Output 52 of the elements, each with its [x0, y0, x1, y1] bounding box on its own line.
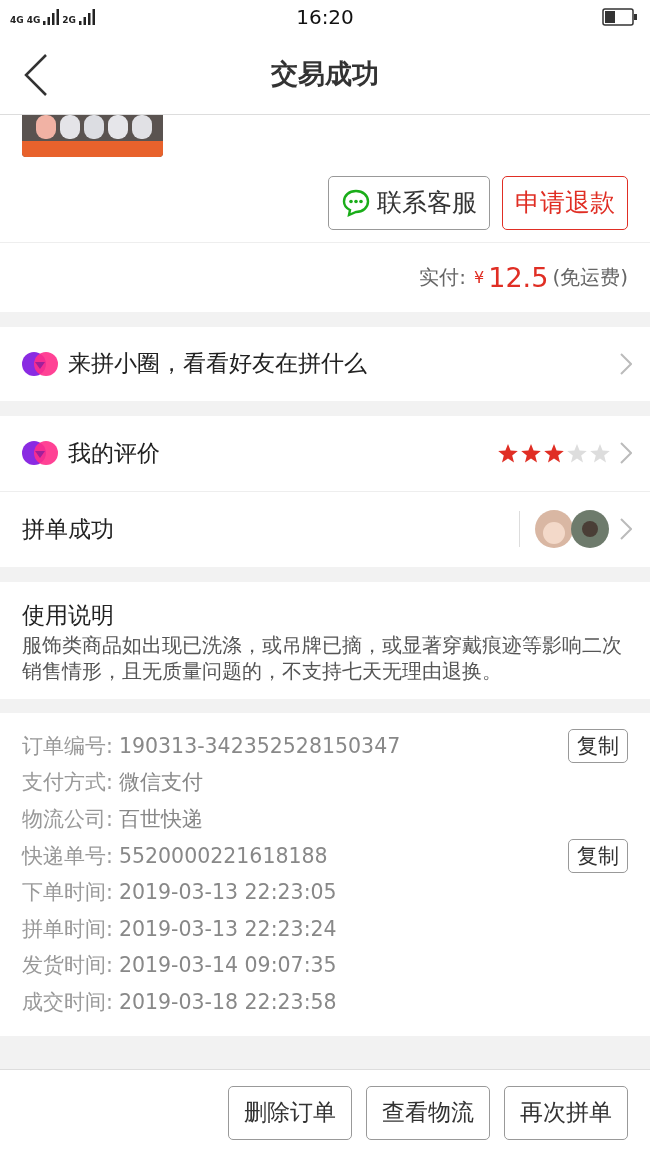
currency-sign: ¥ [474, 267, 485, 287]
battery-icon [602, 7, 638, 26]
review-row[interactable]: 我的评价 [0, 415, 650, 492]
signal-icon [78, 8, 95, 25]
detail-value: 百世快递 [118, 805, 204, 833]
order-action-button[interactable]: 删除订单 [228, 1085, 352, 1140]
contact-service-button[interactable]: 联系客服 [328, 175, 490, 230]
detail-value: 微信支付 [118, 769, 204, 797]
circles-logo-icon [22, 440, 58, 467]
chevron-right-icon [620, 518, 632, 541]
notice-text: 服饰类商品如出现已洗涤，或吊牌已摘，或显著穿戴痕迹等影响二次销售情形，且无质量问题的，不支持七天无理由退换。 [22, 632, 623, 685]
order-action-button[interactable]: 查看物流 [366, 1085, 490, 1140]
detail-value: 2019-03-13 22:23:24 [118, 916, 338, 941]
refund-button[interactable]: 申请退款 [502, 175, 628, 230]
page-title: 交易成功 [271, 56, 379, 91]
circle-link-label: 来拼小圈，看看好友在拼什么 [68, 349, 368, 379]
detail-value: 5520000221618188 [118, 843, 329, 868]
paid-amount: 12.5 [488, 261, 549, 293]
detail-label: 支付方式: [22, 769, 113, 797]
detail-label: 快递单号: [22, 842, 113, 870]
shipping-note: (免运费) [552, 263, 628, 291]
chevron-right-icon [620, 442, 632, 465]
detail-value: 2019-03-13 22:23:05 [118, 880, 338, 905]
clock-time: 16:20 [296, 4, 354, 29]
copy-button[interactable]: 复制 [568, 838, 628, 873]
copy-button[interactable]: 复制 [568, 728, 628, 763]
detail-value: 2019-03-18 22:23:58 [118, 989, 338, 1014]
signal-icon [43, 8, 60, 25]
detail-label: 拼单时间: [22, 915, 113, 943]
network-label: 4G [26, 14, 41, 25]
detail-label: 成交时间: [22, 988, 113, 1016]
detail-label: 下单时间: [22, 879, 113, 907]
group-label: 拼单成功 [22, 514, 115, 544]
network-label: 4G [10, 14, 24, 25]
notice-title: 使用说明 [22, 600, 115, 630]
detail-value: 2019-03-14 09:07:35 [118, 953, 338, 978]
paid-label: 实付: [419, 263, 467, 291]
circle-link-row[interactable]: 来拼小圈，看看好友在拼什么 [0, 326, 650, 401]
circles-logo-icon [22, 350, 58, 377]
chevron-right-icon [620, 352, 632, 375]
detail-label: 物流公司: [22, 805, 113, 833]
detail-value: 190313-342352528150347 [118, 733, 402, 758]
detail-label: 发货时间: [22, 952, 113, 980]
avatar [534, 509, 574, 550]
chat-icon [341, 187, 371, 218]
order-action-button[interactable]: 再次拼单 [504, 1085, 628, 1140]
back-icon[interactable] [24, 53, 48, 96]
detail-label: 订单编号: [22, 732, 113, 760]
avatar [570, 509, 610, 550]
network-label: 2G [62, 14, 76, 25]
review-label: 我的评价 [68, 438, 161, 468]
group-row[interactable]: 拼单成功 [0, 491, 650, 567]
